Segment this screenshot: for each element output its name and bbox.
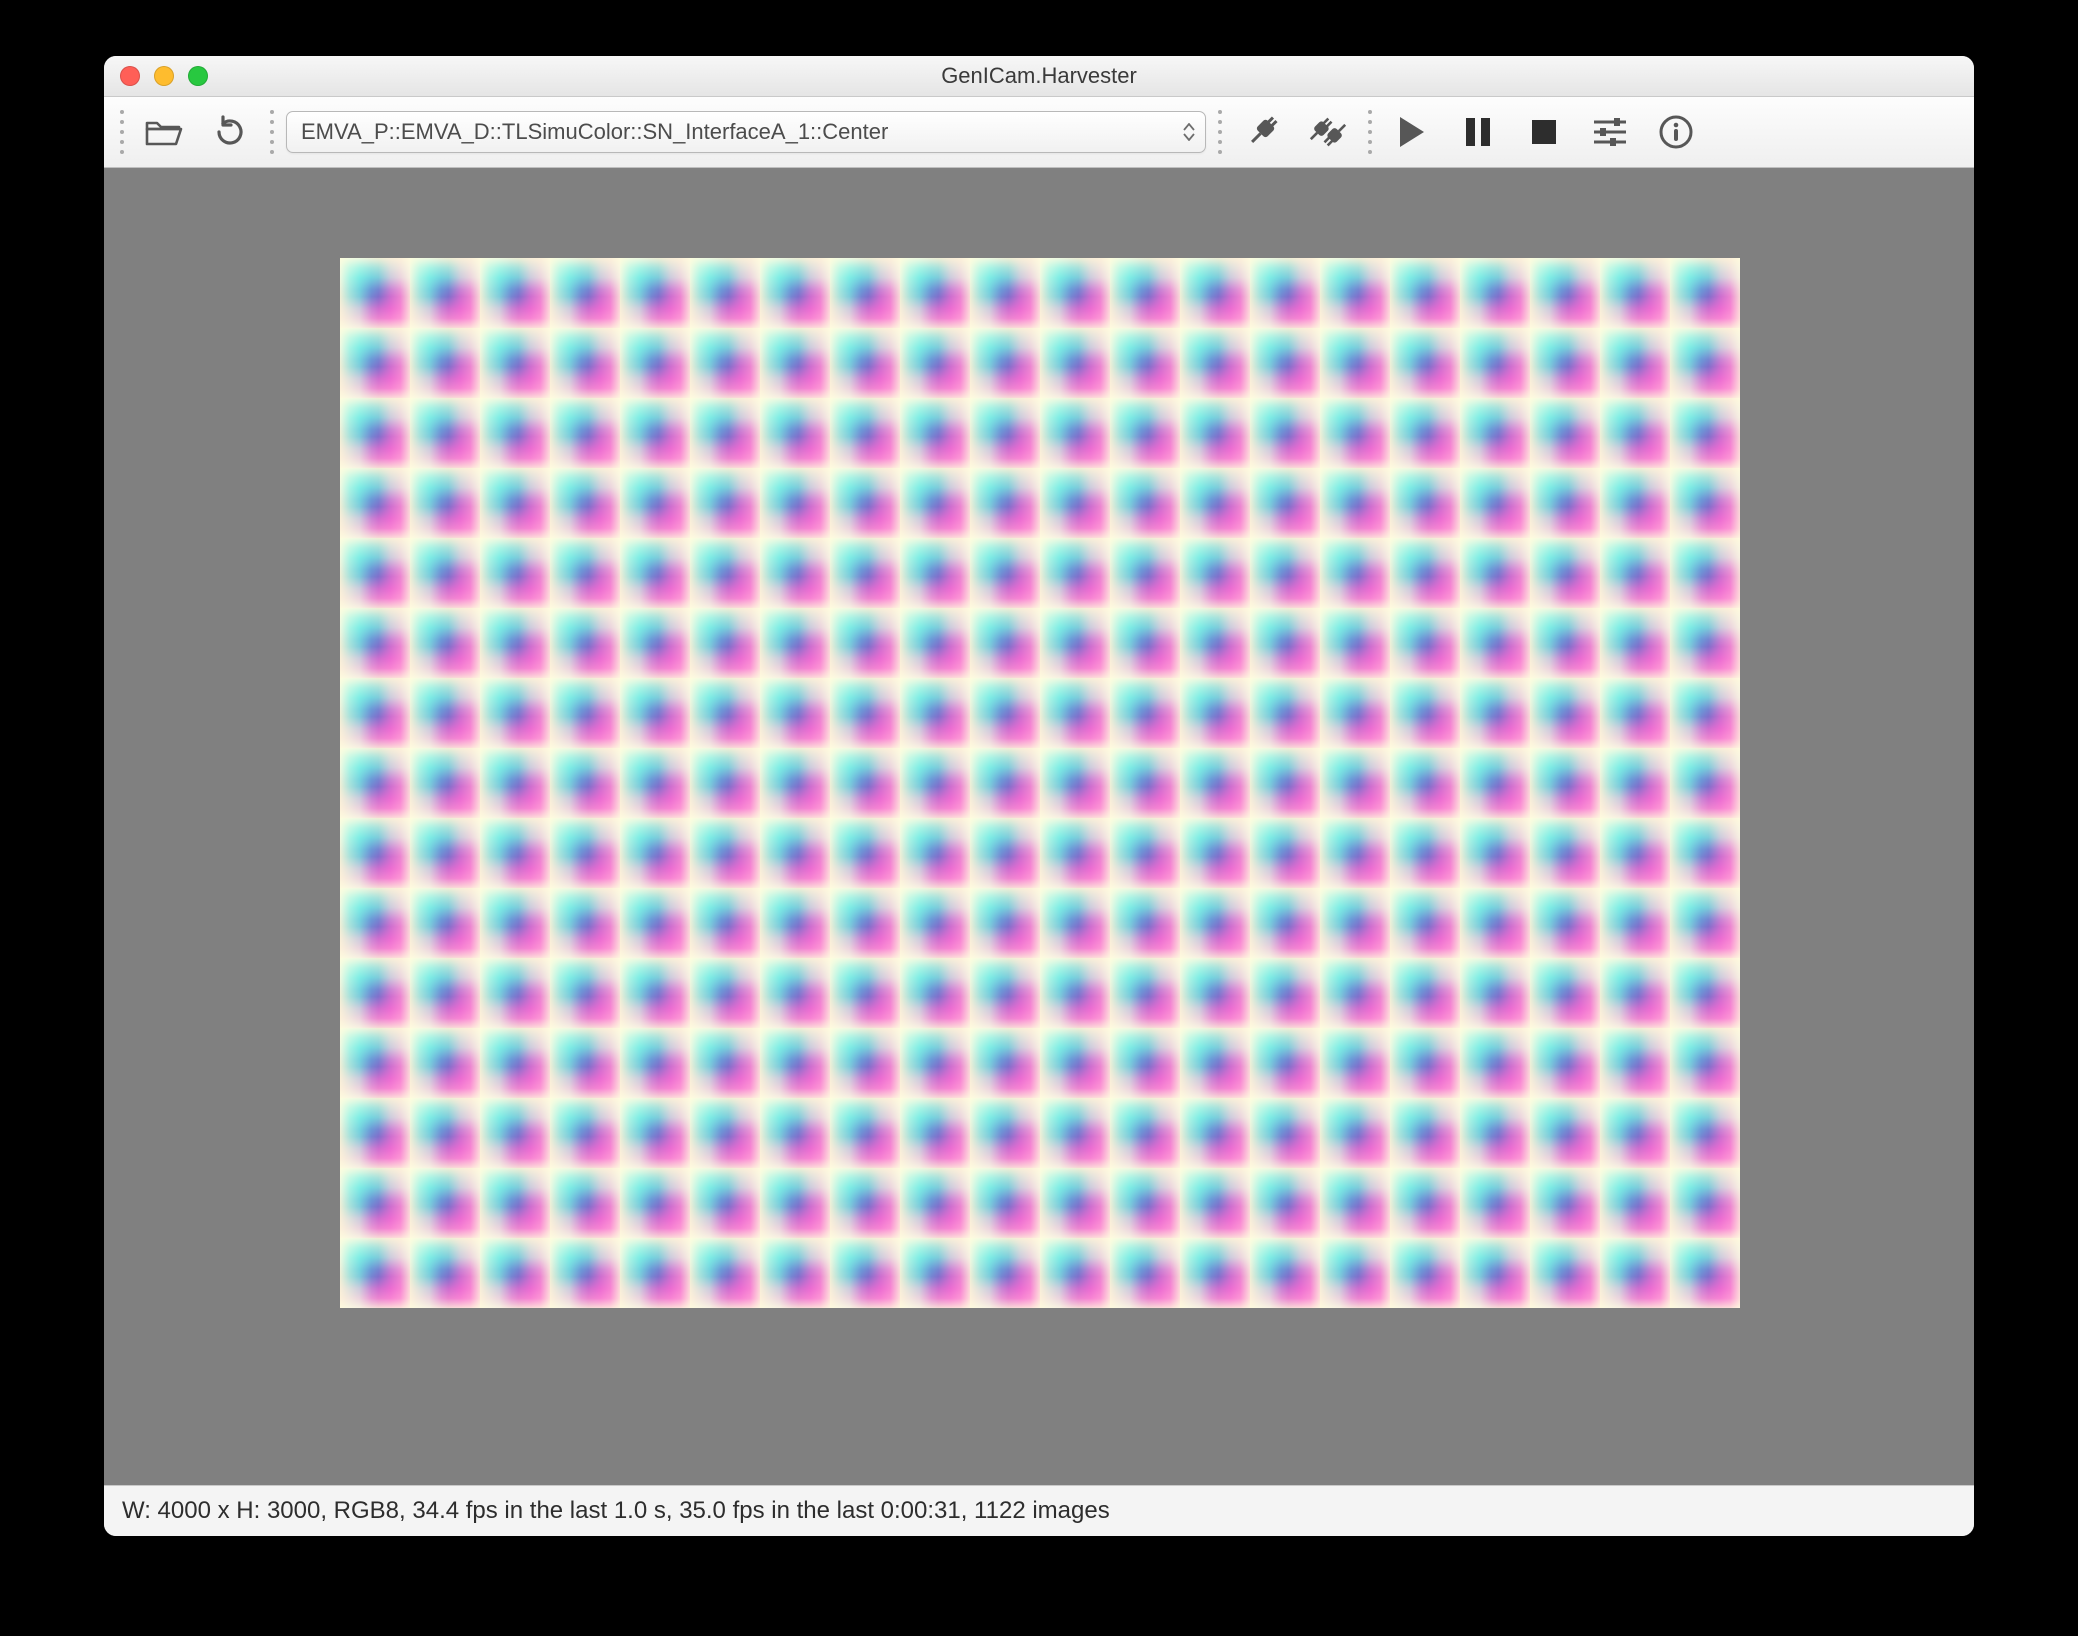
info-button[interactable] — [1648, 108, 1704, 156]
close-window-button[interactable] — [120, 66, 140, 86]
pause-button[interactable] — [1450, 108, 1506, 156]
toolbar-grip — [270, 106, 274, 158]
toolbar: EMVA_P::EMVA_D::TLSimuColor::SN_Interfac… — [104, 97, 1974, 168]
pause-icon — [1464, 116, 1492, 148]
titlebar: GenICam.Harvester — [104, 56, 1974, 97]
stop-button[interactable] — [1516, 108, 1572, 156]
toolbar-grip — [1368, 106, 1372, 158]
app-window: GenICam.Harvester — [104, 56, 1974, 1536]
device-select[interactable]: EMVA_P::EMVA_D::TLSimuColor::SN_Interfac… — [286, 111, 1206, 153]
sliders-icon — [1592, 116, 1628, 148]
open-folder-icon — [145, 117, 183, 147]
device-select-value: EMVA_P::EMVA_D::TLSimuColor::SN_Interfac… — [301, 119, 888, 145]
connect-button[interactable] — [1234, 108, 1290, 156]
open-file-button[interactable] — [136, 108, 192, 156]
reload-button[interactable] — [202, 108, 258, 156]
reload-icon — [213, 115, 247, 149]
camera-image — [340, 258, 1740, 1308]
settings-button[interactable] — [1582, 108, 1638, 156]
stop-icon — [1530, 118, 1558, 146]
zoom-window-button[interactable] — [188, 66, 208, 86]
toolbar-grip — [120, 106, 124, 158]
toolbar-grip — [1218, 106, 1222, 158]
dropdown-stepper-icon — [1183, 123, 1195, 141]
status-bar: W: 4000 x H: 3000, RGB8, 34.4 fps in the… — [104, 1485, 1974, 1536]
status-text: W: 4000 x H: 3000, RGB8, 34.4 fps in the… — [122, 1497, 1110, 1525]
info-icon — [1658, 114, 1694, 150]
window-controls — [120, 66, 208, 86]
window-title: GenICam.Harvester — [104, 63, 1974, 89]
play-icon — [1397, 115, 1427, 149]
plug-disconnect-icon — [1306, 112, 1350, 152]
image-viewport[interactable] — [104, 168, 1974, 1485]
minimize-window-button[interactable] — [154, 66, 174, 86]
plug-connect-icon — [1242, 112, 1282, 152]
disconnect-button[interactable] — [1300, 108, 1356, 156]
play-button[interactable] — [1384, 108, 1440, 156]
